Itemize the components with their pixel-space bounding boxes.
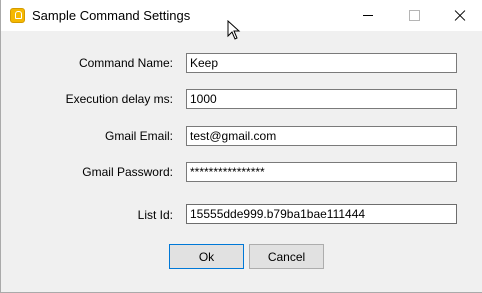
lightbulb-icon	[10, 8, 25, 23]
window-title: Sample Command Settings	[32, 8, 191, 23]
list-id-label: List Id:	[137, 208, 173, 222]
gmail-password-label: Gmail Password:	[82, 165, 173, 179]
maximize-button[interactable]	[391, 0, 437, 31]
cancel-button[interactable]: Cancel	[249, 244, 324, 269]
list-id-field[interactable]	[186, 204, 457, 224]
title-bar: Sample Command Settings	[1, 0, 482, 31]
gmail-password-field[interactable]	[186, 162, 457, 182]
gmail-email-field[interactable]	[186, 126, 457, 146]
mouse-cursor-icon	[227, 20, 241, 40]
execution-delay-label: Execution delay ms:	[65, 92, 173, 106]
ok-button[interactable]: Ok	[169, 244, 244, 269]
settings-window: Sample Command Settings Command Name: Ex…	[0, 0, 482, 293]
command-name-label: Command Name:	[78, 56, 173, 70]
minimize-button[interactable]	[345, 0, 391, 31]
close-button[interactable]	[437, 0, 482, 31]
execution-delay-field[interactable]	[186, 89, 457, 109]
command-name-field[interactable]	[186, 53, 457, 73]
gmail-email-label: Gmail Email:	[104, 129, 173, 143]
